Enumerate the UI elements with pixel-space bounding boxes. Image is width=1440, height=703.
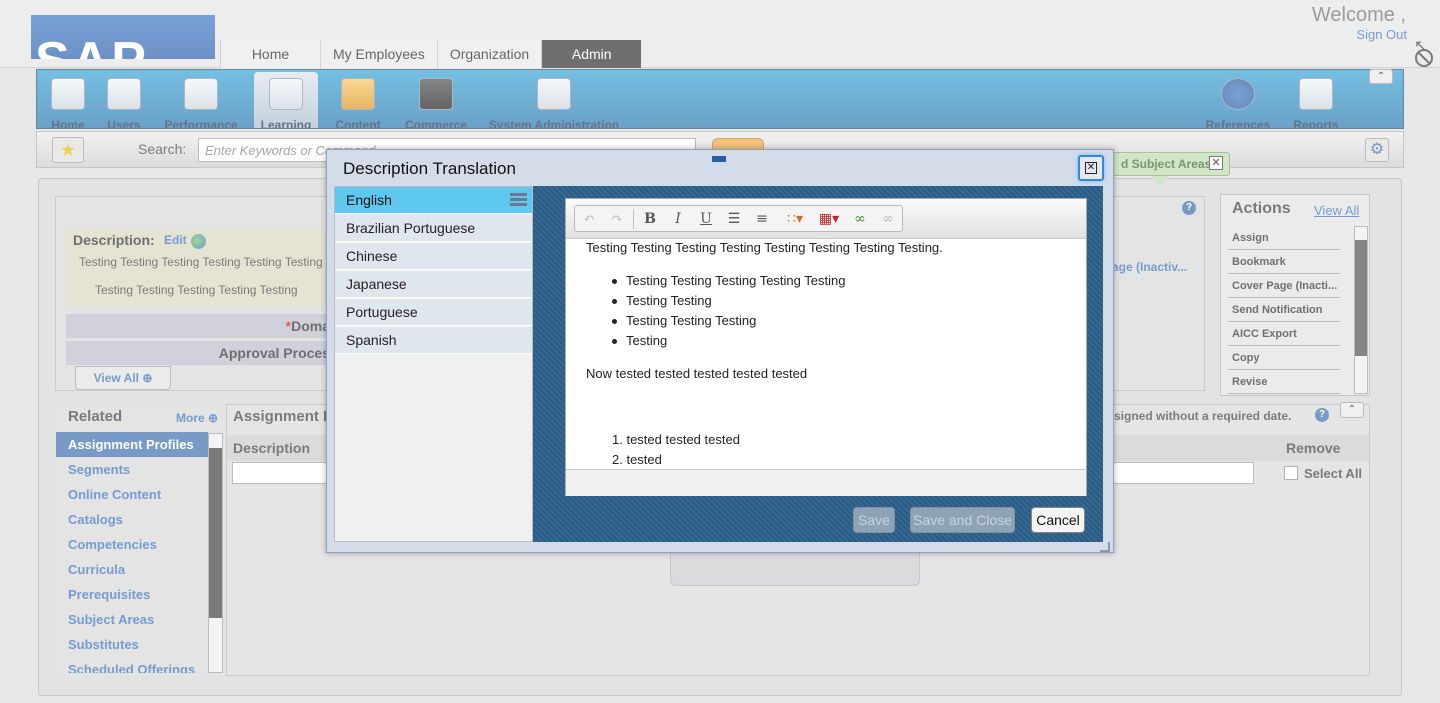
close-icon: ✕ xyxy=(1085,162,1097,174)
language-item[interactable]: Brazilian Portuguese xyxy=(335,215,532,242)
editor-statusbar xyxy=(566,469,1086,496)
unlink-icon[interactable]: ∞ xyxy=(877,209,899,229)
bold-icon[interactable]: B xyxy=(639,209,661,229)
undo-icon[interactable]: ↶ xyxy=(578,209,600,229)
table-icon[interactable]: ▦▾ xyxy=(815,209,843,229)
numbered-list-icon[interactable]: ≡ xyxy=(751,209,773,229)
numbered-item: 2. tested xyxy=(612,452,662,467)
editor-paragraph: Testing Testing Testing Testing Testing … xyxy=(586,240,943,255)
styles-icon[interactable]: ∷▾ xyxy=(781,209,809,229)
numbered-item-text: tested tested tested xyxy=(626,432,740,447)
dialog-close-button[interactable]: ✕ xyxy=(1078,155,1104,181)
redo-icon[interactable]: ↷ xyxy=(606,209,628,229)
bullet-item: Testing Testing Testing xyxy=(611,313,757,328)
language-item[interactable]: Portuguese xyxy=(335,299,532,326)
numbered-item: 1. tested tested tested xyxy=(612,432,740,447)
editor-content[interactable]: Testing Testing Testing Testing Testing … xyxy=(566,240,1086,468)
toolbar-separator xyxy=(633,209,634,229)
numbered-item-text: tested xyxy=(626,452,662,467)
drag-handle[interactable] xyxy=(712,156,726,162)
editor-paragraph: Now tested tested tested tested tested xyxy=(586,366,808,381)
italic-icon[interactable]: I xyxy=(667,209,689,229)
dialog-title: Description Translation xyxy=(343,159,516,178)
save-and-close-button[interactable]: Save and Close xyxy=(910,507,1015,533)
language-item[interactable]: Chinese xyxy=(335,243,532,270)
bullet-item: Testing Testing xyxy=(612,293,712,308)
underline-icon[interactable]: U xyxy=(695,209,717,229)
bullet-list-icon[interactable]: ☰ xyxy=(723,209,745,229)
save-button[interactable]: Save xyxy=(853,507,895,533)
resize-handle[interactable] xyxy=(1100,542,1110,552)
link-icon[interactable]: ∞ xyxy=(849,209,871,229)
language-item[interactable]: English xyxy=(335,187,532,214)
language-item[interactable]: Japanese xyxy=(335,271,532,298)
cancel-button[interactable]: Cancel xyxy=(1031,507,1085,533)
bullet-item: Testing Testing Testing Testing Testing xyxy=(611,273,846,288)
menu-icon[interactable] xyxy=(510,193,527,207)
bullet-item: Testing xyxy=(611,333,668,348)
language-item[interactable]: Spanish xyxy=(335,327,532,354)
